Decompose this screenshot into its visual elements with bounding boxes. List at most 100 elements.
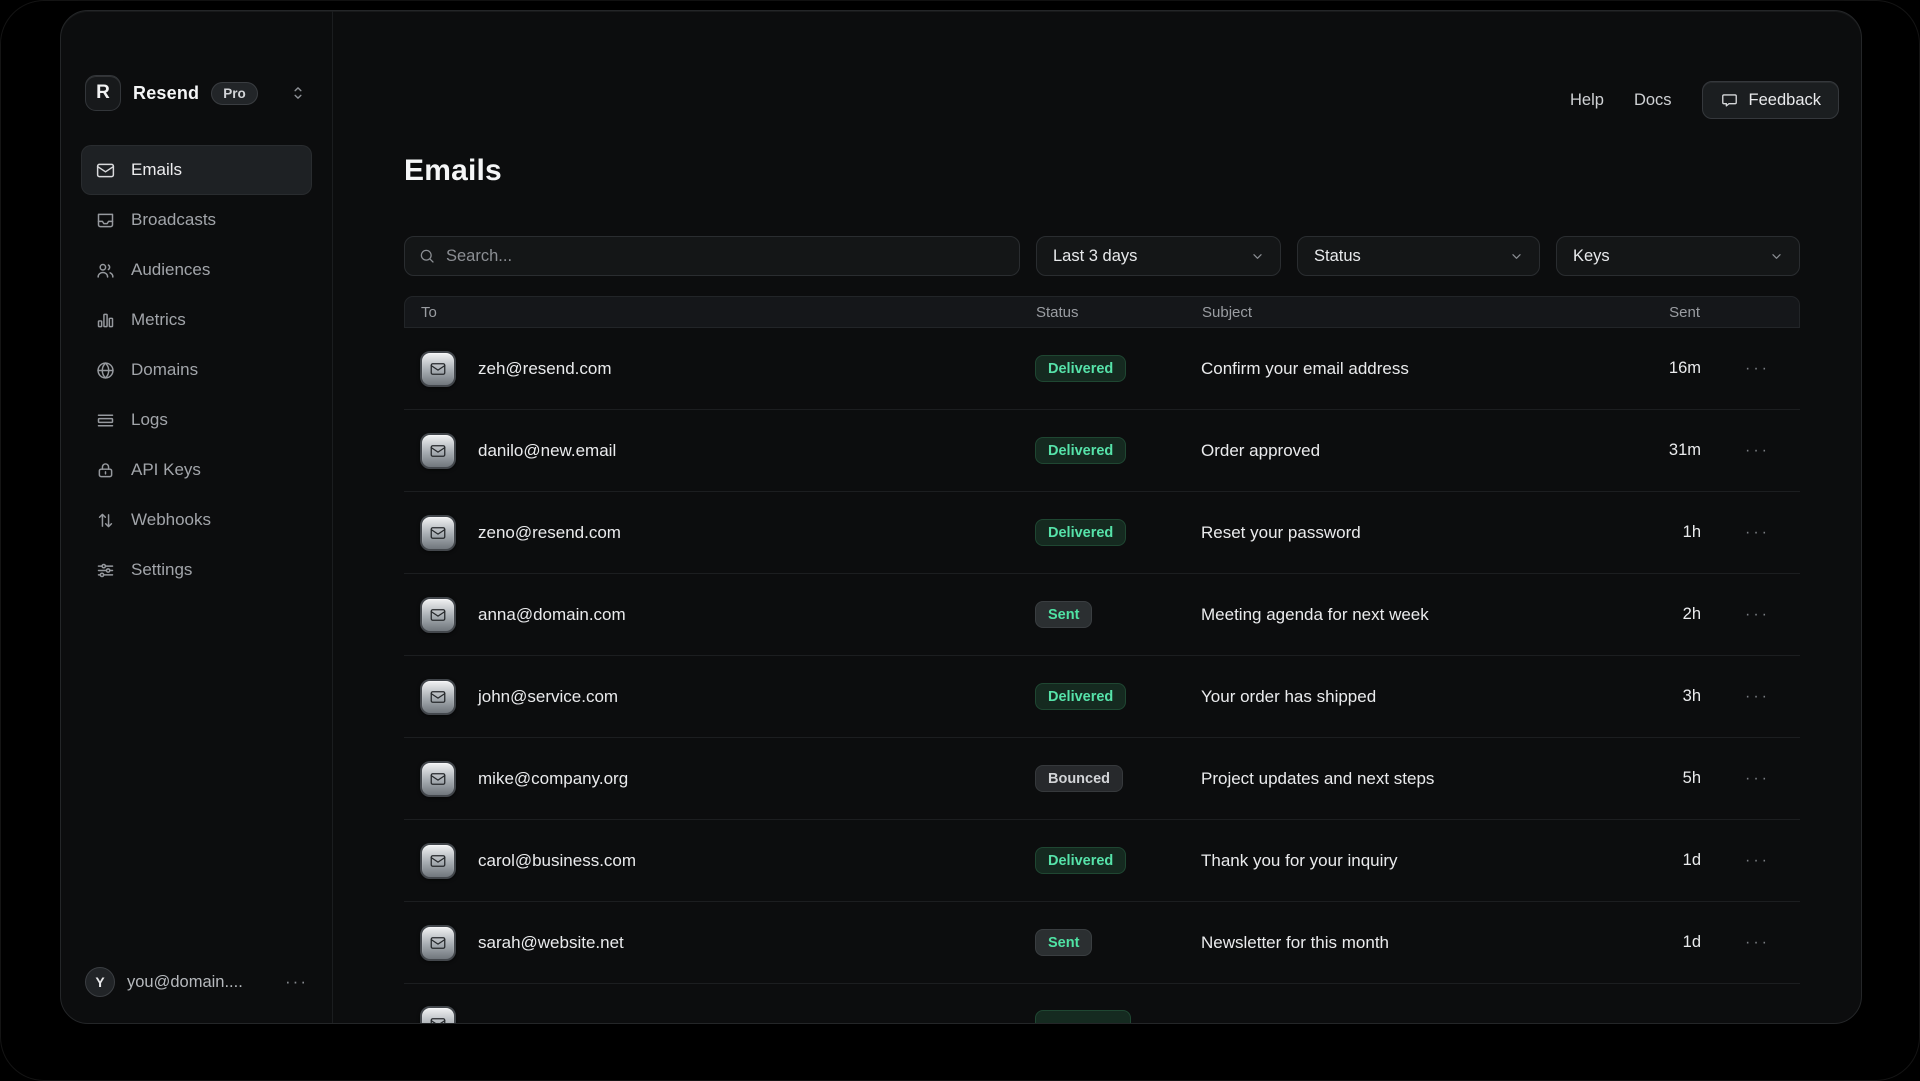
subject-cell: Your order has shipped bbox=[1201, 687, 1595, 707]
status-badge bbox=[1035, 1010, 1131, 1024]
sidebar-item-label: Webhooks bbox=[131, 510, 211, 530]
sidebar-item-label: Audiences bbox=[131, 260, 210, 280]
table-row[interactable]: john@service.com Delivered Your order ha… bbox=[404, 656, 1800, 738]
sidebar-item-icon bbox=[95, 210, 116, 231]
resend-logo: R bbox=[85, 75, 121, 111]
table-row[interactable]: zeno@resend.com Delivered Reset your pas… bbox=[404, 492, 1800, 574]
table-row[interactable]: sarah@website.net Sent Newsletter for th… bbox=[404, 902, 1800, 984]
page-title: Emails bbox=[404, 154, 1800, 188]
user-account-row[interactable]: Y you@domain.... ··· bbox=[81, 967, 312, 997]
to-cell: sarah@website.net bbox=[404, 925, 1035, 961]
user-email: you@domain.... bbox=[127, 973, 243, 992]
recipient-email: sarah@website.net bbox=[478, 933, 624, 953]
feedback-label: Feedback bbox=[1749, 91, 1821, 110]
status-cell: Delivered bbox=[1035, 519, 1201, 546]
column-header-subject: Subject bbox=[1202, 304, 1594, 321]
sidebar-item[interactable]: Domains bbox=[81, 345, 312, 395]
sent-time: 1d bbox=[1595, 933, 1715, 952]
user-menu-ellipsis-icon[interactable]: ··· bbox=[285, 972, 308, 992]
recipient-email: zeno@resend.com bbox=[478, 523, 621, 543]
email-tile bbox=[420, 597, 456, 633]
table-row[interactable]: mike@company.org Bounced Project updates… bbox=[404, 738, 1800, 820]
envelope-icon bbox=[429, 934, 447, 952]
chevron-updown-icon[interactable] bbox=[288, 81, 308, 105]
sidebar-item[interactable]: Settings bbox=[81, 545, 312, 595]
to-cell: zeno@resend.com bbox=[404, 515, 1035, 551]
sent-time: 16m bbox=[1595, 359, 1715, 378]
row-menu-ellipsis-icon[interactable]: ··· bbox=[1715, 934, 1800, 952]
sent-time: 2h bbox=[1595, 605, 1715, 624]
avatar: Y bbox=[85, 967, 115, 997]
table-row[interactable]: danilo@new.email Delivered Order approve… bbox=[404, 410, 1800, 492]
plan-badge: Pro bbox=[211, 82, 258, 105]
status-dropdown-value: Status bbox=[1314, 247, 1361, 266]
keys-dropdown-value: Keys bbox=[1573, 247, 1610, 266]
docs-link[interactable]: Docs bbox=[1634, 91, 1672, 110]
sidebar: R Resend Pro Emails Broadcasts Audiences bbox=[61, 11, 333, 1023]
status-badge: Delivered bbox=[1035, 355, 1126, 382]
row-menu-ellipsis-icon[interactable]: ··· bbox=[1715, 770, 1800, 788]
to-cell: danilo@new.email bbox=[404, 433, 1035, 469]
table-row[interactable]: anna@domain.com Sent Meeting agenda for … bbox=[404, 574, 1800, 656]
envelope-icon bbox=[429, 770, 447, 788]
date-range-dropdown[interactable]: Last 3 days bbox=[1036, 236, 1281, 276]
recipient-email: danilo@new.email bbox=[478, 441, 616, 461]
keys-dropdown[interactable]: Keys bbox=[1556, 236, 1800, 276]
email-tile bbox=[420, 679, 456, 715]
sidebar-item[interactable]: Audiences bbox=[81, 245, 312, 295]
sidebar-item[interactable]: Webhooks bbox=[81, 495, 312, 545]
status-cell: Bounced bbox=[1035, 765, 1201, 792]
subject-cell: Thank you for your inquiry bbox=[1201, 851, 1595, 871]
column-header-to: To bbox=[405, 304, 1036, 321]
status-cell: Delivered bbox=[1035, 355, 1201, 382]
envelope-icon bbox=[429, 1015, 447, 1024]
envelope-icon bbox=[429, 524, 447, 542]
envelope-icon bbox=[429, 606, 447, 624]
workspace-switcher[interactable]: R Resend Pro bbox=[81, 75, 312, 111]
chevron-down-icon bbox=[1508, 248, 1525, 265]
sidebar-item[interactable]: Broadcasts bbox=[81, 195, 312, 245]
status-badge: Delivered bbox=[1035, 437, 1126, 464]
sidebar-item[interactable]: API Keys bbox=[81, 445, 312, 495]
help-link[interactable]: Help bbox=[1570, 91, 1604, 110]
sidebar-item-label: Logs bbox=[131, 410, 168, 430]
status-dropdown[interactable]: Status bbox=[1297, 236, 1540, 276]
row-menu-ellipsis-icon[interactable]: ··· bbox=[1715, 442, 1800, 460]
sidebar-item-icon bbox=[95, 310, 116, 331]
to-cell: mike@company.org bbox=[404, 761, 1035, 797]
email-tile bbox=[420, 351, 456, 387]
feedback-button[interactable]: Feedback bbox=[1702, 81, 1839, 119]
status-badge: Delivered bbox=[1035, 847, 1126, 874]
envelope-icon bbox=[429, 442, 447, 460]
column-header-sent: Sent bbox=[1594, 304, 1714, 321]
row-menu-ellipsis-icon[interactable]: ··· bbox=[1715, 524, 1800, 542]
email-tile bbox=[420, 843, 456, 879]
table-row-partial[interactable] bbox=[404, 984, 1800, 1024]
email-tile bbox=[420, 761, 456, 797]
recipient-email: anna@domain.com bbox=[478, 605, 626, 625]
envelope-icon bbox=[429, 688, 447, 706]
row-menu-ellipsis-icon[interactable]: ··· bbox=[1715, 688, 1800, 706]
subject-cell: Project updates and next steps bbox=[1201, 769, 1595, 789]
sidebar-item[interactable]: Metrics bbox=[81, 295, 312, 345]
sidebar-item-icon bbox=[95, 160, 116, 181]
table-row[interactable]: zeh@resend.com Delivered Confirm your em… bbox=[404, 328, 1800, 410]
sidebar-item-icon bbox=[95, 460, 116, 481]
app-window: R Resend Pro Emails Broadcasts Audiences bbox=[60, 10, 1862, 1024]
recipient-email: carol@business.com bbox=[478, 851, 636, 871]
status-cell: Sent bbox=[1035, 929, 1201, 956]
row-menu-ellipsis-icon[interactable]: ··· bbox=[1715, 852, 1800, 870]
emails-table: To Status Subject Sent zeh@resend.com De… bbox=[404, 296, 1800, 1024]
search-input[interactable] bbox=[446, 247, 1006, 266]
subject-cell: Meeting agenda for next week bbox=[1201, 605, 1595, 625]
sent-time: 1h bbox=[1595, 523, 1715, 542]
sidebar-item[interactable]: Logs bbox=[81, 395, 312, 445]
sidebar-item[interactable]: Emails bbox=[81, 145, 312, 195]
to-cell: carol@business.com bbox=[404, 843, 1035, 879]
to-cell bbox=[404, 984, 1035, 1024]
row-menu-ellipsis-icon[interactable]: ··· bbox=[1715, 606, 1800, 624]
brand-name: Resend bbox=[133, 83, 199, 104]
row-menu-ellipsis-icon[interactable]: ··· bbox=[1715, 360, 1800, 378]
sidebar-item-icon bbox=[95, 360, 116, 381]
table-row[interactable]: carol@business.com Delivered Thank you f… bbox=[404, 820, 1800, 902]
